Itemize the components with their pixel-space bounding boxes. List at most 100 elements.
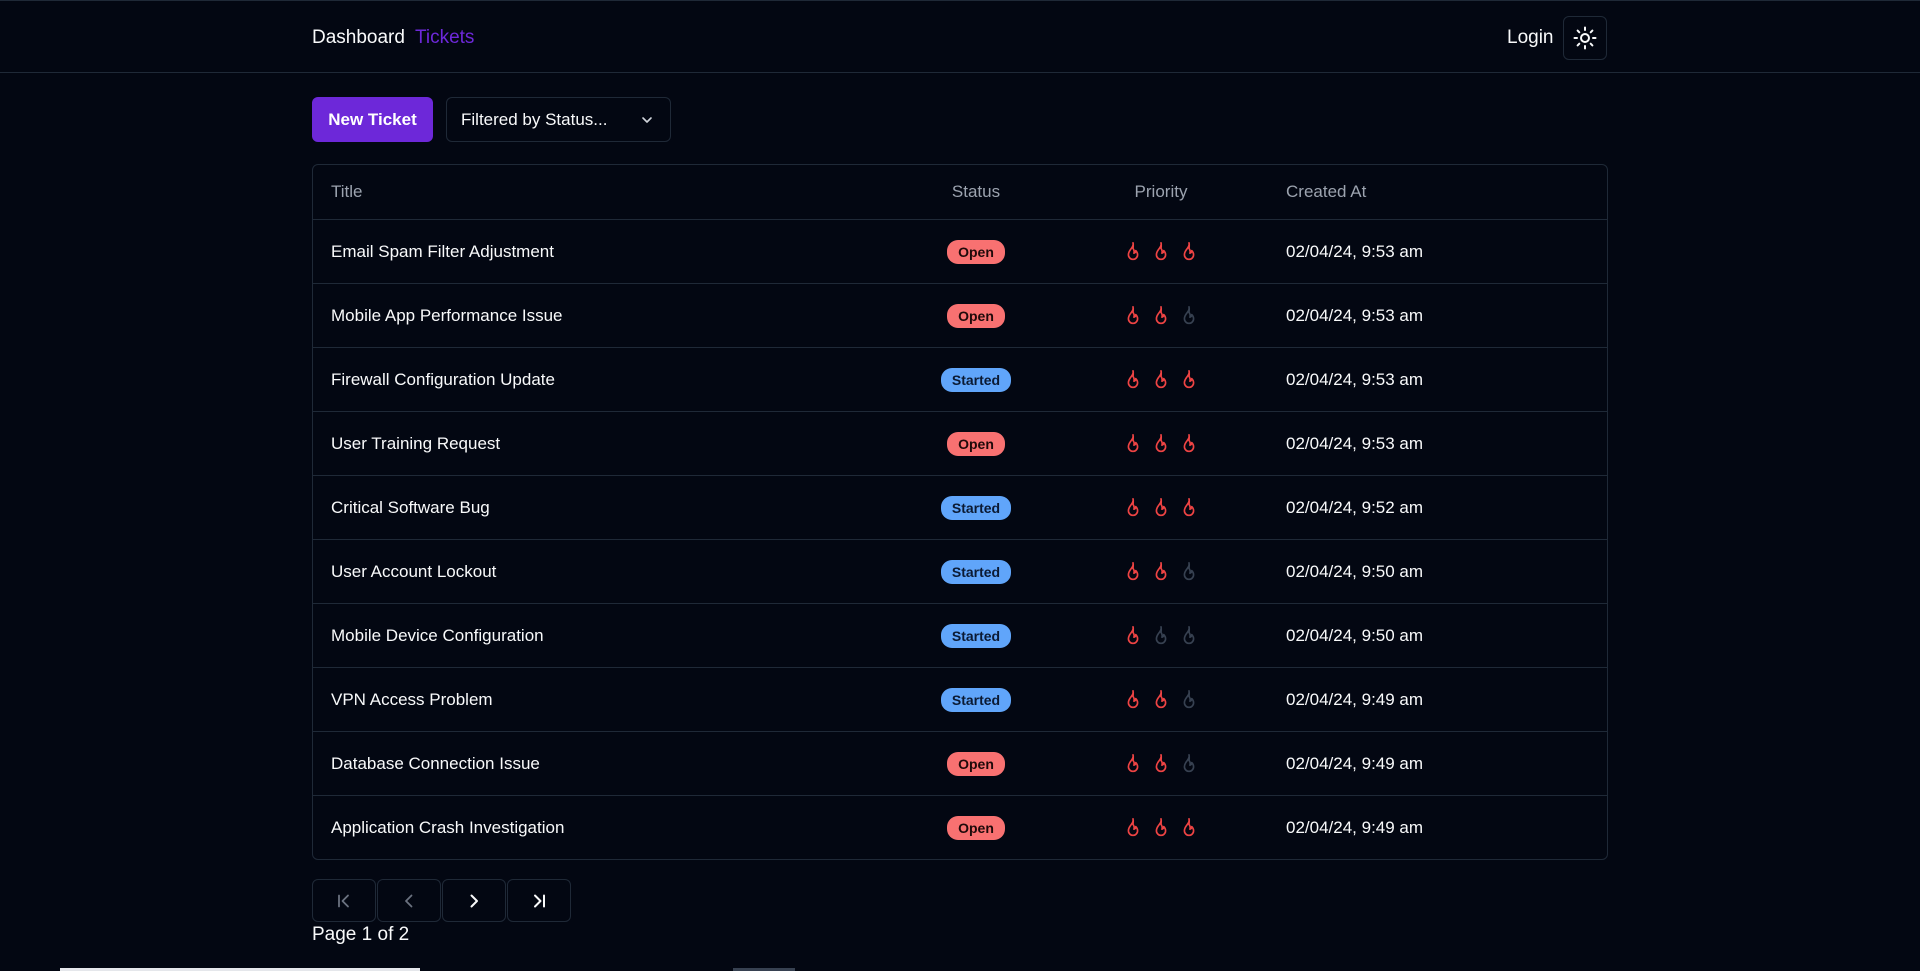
status-cell: Started <box>936 559 1016 584</box>
main-nav: Dashboard Tickets <box>312 27 474 49</box>
flame-icon-active <box>1155 689 1167 708</box>
created-at: 02/04/24, 9:53 am <box>1286 305 1424 325</box>
created-at: 02/04/24, 9:53 am <box>1286 369 1424 389</box>
flame-icon-active <box>1127 689 1139 708</box>
status-cell: Open <box>936 751 1016 776</box>
new-ticket-button[interactable]: New Ticket <box>312 97 433 142</box>
status-badge: Open <box>947 239 1005 264</box>
status-cell: Started <box>936 495 1016 520</box>
priority-cell <box>1101 559 1221 585</box>
ticket-title[interactable]: Database Connection Issue <box>331 754 540 774</box>
ticket-title[interactable]: User Account Lockout <box>331 562 496 582</box>
flame-icon-active <box>1155 305 1167 324</box>
flame-icon-active <box>1183 433 1195 452</box>
priority-cell <box>1101 431 1221 457</box>
status-filter-value: Filtered by Status... <box>461 109 608 129</box>
created-at: 02/04/24, 9:52 am <box>1286 497 1424 517</box>
first-page-icon <box>338 894 349 907</box>
priority-cell <box>1101 495 1221 521</box>
table-row[interactable]: Application Crash Investigation Open 02/04… <box>313 796 1607 859</box>
created-at: 02/04/24, 9:53 am <box>1286 433 1424 453</box>
table-row[interactable]: Mobile Device Configuration Started 02/04/… <box>313 604 1607 668</box>
flame-icon-active <box>1183 818 1195 837</box>
flame-icon-active <box>1127 433 1139 452</box>
flame-icon-active <box>1127 305 1139 324</box>
flame-icon-active <box>1155 818 1167 837</box>
last-page-button[interactable] <box>507 879 571 922</box>
top-navbar: Dashboard Tickets Login <box>0 1 1920 73</box>
table-row[interactable]: Email Spam Filter Adjustment Open 02/04/24… <box>313 220 1607 284</box>
table-row[interactable]: Critical Software Bug Started 02/04/24, 9:… <box>313 476 1607 540</box>
flame-icon-active <box>1127 818 1139 837</box>
table-row[interactable]: User Training Request Open 02/04/24, 9:53 … <box>313 412 1607 476</box>
created-at: 02/04/24, 9:50 am <box>1286 625 1424 645</box>
priority-cell <box>1101 303 1221 329</box>
table-row[interactable]: Database Connection Issue Open 02/04/24, 9… <box>313 732 1607 796</box>
created-at: 02/04/24, 9:49 am <box>1286 753 1424 773</box>
table-body: Email Spam Filter Adjustment Open 02/04/24… <box>313 220 1607 859</box>
ticket-title[interactable]: Application Crash Investigation <box>331 818 564 838</box>
status-badge: Open <box>947 303 1005 328</box>
priority-cell <box>1101 815 1221 841</box>
status-cell: Started <box>936 687 1016 712</box>
flame-icon-active <box>1183 497 1195 516</box>
table-row[interactable]: User Account Lockout Started 02/04/24, 9:5… <box>313 540 1607 604</box>
header-priority: Priority <box>1134 182 1188 201</box>
header-status: Status <box>951 182 1001 201</box>
priority-cell <box>1101 623 1221 649</box>
sun-icon <box>1573 26 1597 50</box>
priority-cell <box>1101 751 1221 777</box>
status-badge: Open <box>947 751 1005 776</box>
ticket-title[interactable]: VPN Access Problem <box>331 690 493 710</box>
login-link[interactable]: Login <box>1507 27 1554 49</box>
flame-icon-inactive <box>1183 305 1195 324</box>
flame-icon-inactive <box>1183 625 1195 644</box>
status-badge: Open <box>947 816 1005 840</box>
ticket-title[interactable]: Mobile Device Configuration <box>331 626 544 646</box>
priority-cell <box>1101 239 1221 265</box>
chevron-right-icon <box>470 894 478 907</box>
previous-page-button[interactable] <box>377 879 441 922</box>
nav-tickets-link[interactable]: Tickets <box>415 27 474 49</box>
next-page-button[interactable] <box>442 879 506 922</box>
table-row[interactable]: Firewall Configuration Update Started 02/0… <box>313 348 1607 412</box>
created-at: 02/04/24, 9:50 am <box>1286 561 1424 581</box>
flame-icon-active <box>1127 241 1139 260</box>
flame-icon-active <box>1127 369 1139 388</box>
created-at: 02/04/24, 9:49 am <box>1286 689 1424 709</box>
table-row[interactable]: VPN Access Problem Started 02/04/24, 9:49 … <box>313 668 1607 732</box>
flame-icon-active <box>1127 753 1139 772</box>
nav-dashboard-link[interactable]: Dashboard <box>312 27 405 49</box>
ticket-title[interactable]: Email Spam Filter Adjustment <box>331 242 554 262</box>
created-at: 02/04/24, 9:53 am <box>1286 241 1424 261</box>
flame-icon-active <box>1155 561 1167 580</box>
first-page-button[interactable] <box>312 879 376 922</box>
priority-cell <box>1101 367 1221 393</box>
flame-icon-active <box>1155 241 1167 260</box>
status-badge: Started <box>940 687 1012 712</box>
status-cell: Started <box>936 623 1016 648</box>
flame-icon-inactive <box>1183 689 1195 708</box>
status-cell: Open <box>936 239 1016 264</box>
status-badge: Started <box>940 559 1012 584</box>
flame-icon-inactive <box>1183 753 1195 772</box>
chevron-down-icon <box>642 116 652 123</box>
header-created-at: Created At <box>1286 182 1367 201</box>
table-header: Title Status Priority Created At <box>313 165 1607 220</box>
ticket-title[interactable]: Critical Software Bug <box>331 498 490 518</box>
status-filter-select[interactable]: Filtered by Status... <box>446 97 671 142</box>
ticket-title[interactable]: Mobile App Performance Issue <box>331 306 563 326</box>
status-badge: Started <box>940 367 1012 392</box>
flame-icon-active <box>1183 241 1195 260</box>
theme-toggle-button[interactable] <box>1563 16 1607 60</box>
flame-icon-active <box>1155 369 1167 388</box>
status-cell: Open <box>936 431 1016 456</box>
ticket-title[interactable]: User Training Request <box>331 434 500 454</box>
table-row[interactable]: Mobile App Performance Issue Open 02/04/24… <box>313 284 1607 348</box>
flame-icon-active <box>1155 433 1167 452</box>
last-page-icon <box>534 894 545 907</box>
pagination <box>312 879 571 922</box>
status-badge: Open <box>947 431 1005 456</box>
priority-cell <box>1101 687 1221 713</box>
ticket-title[interactable]: Firewall Configuration Update <box>331 370 555 390</box>
